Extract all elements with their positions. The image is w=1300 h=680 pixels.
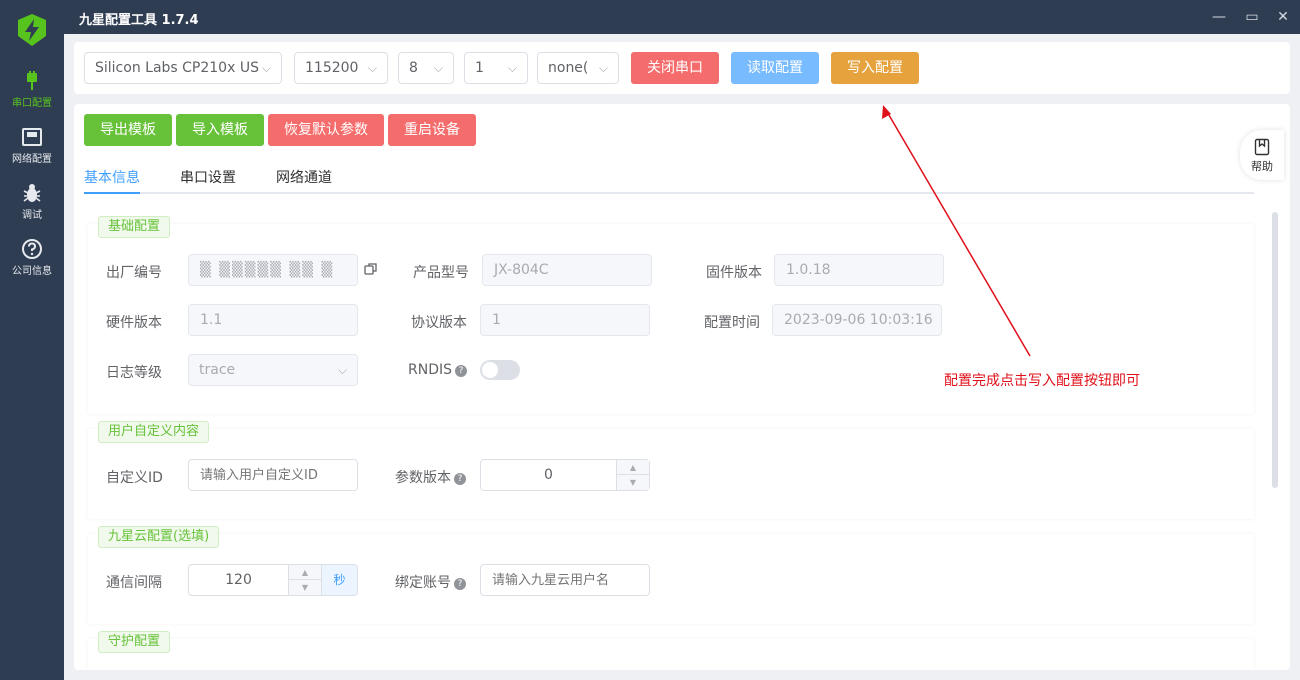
sidebar-item-network[interactable]: 网络配置 [0, 126, 64, 165]
annotation-arrow [882, 105, 1031, 357]
app-logo-icon [18, 14, 46, 46]
main-area: Silicon Labs CP210x US ⌵ 115200 ⌵ 8 ⌵ 1 … [64, 34, 1300, 680]
sidebar: 串口配置 网络配置 调试 公司信息 [0, 0, 64, 680]
sidebar-item-company[interactable]: 公司信息 [0, 238, 64, 277]
title-bar: 九星配置工具 1.7.4 — ▭ ✕ [64, 0, 1300, 34]
sidebar-item-label: 调试 [22, 210, 42, 221]
annotation-text: 配置完成点击写入配置按钮即可 [944, 373, 1140, 389]
question-circle-icon [22, 239, 42, 259]
sidebar-item-label: 串口配置 [12, 98, 52, 109]
sidebar-item-label: 网络配置 [12, 154, 52, 165]
maximize-button[interactable]: ▭ [1243, 8, 1261, 26]
usb-plug-icon [27, 71, 37, 90]
bug-icon [23, 184, 41, 202]
sidebar-item-debug[interactable]: 调试 [0, 182, 64, 221]
ethernet-port-icon [22, 128, 42, 146]
window-title: 九星配置工具 1.7.4 [79, 13, 199, 28]
sidebar-item-serial[interactable]: 串口配置 [0, 70, 64, 109]
sidebar-item-label: 公司信息 [12, 266, 52, 277]
minimize-button[interactable]: — [1210, 8, 1228, 26]
close-button[interactable]: ✕ [1274, 8, 1292, 26]
